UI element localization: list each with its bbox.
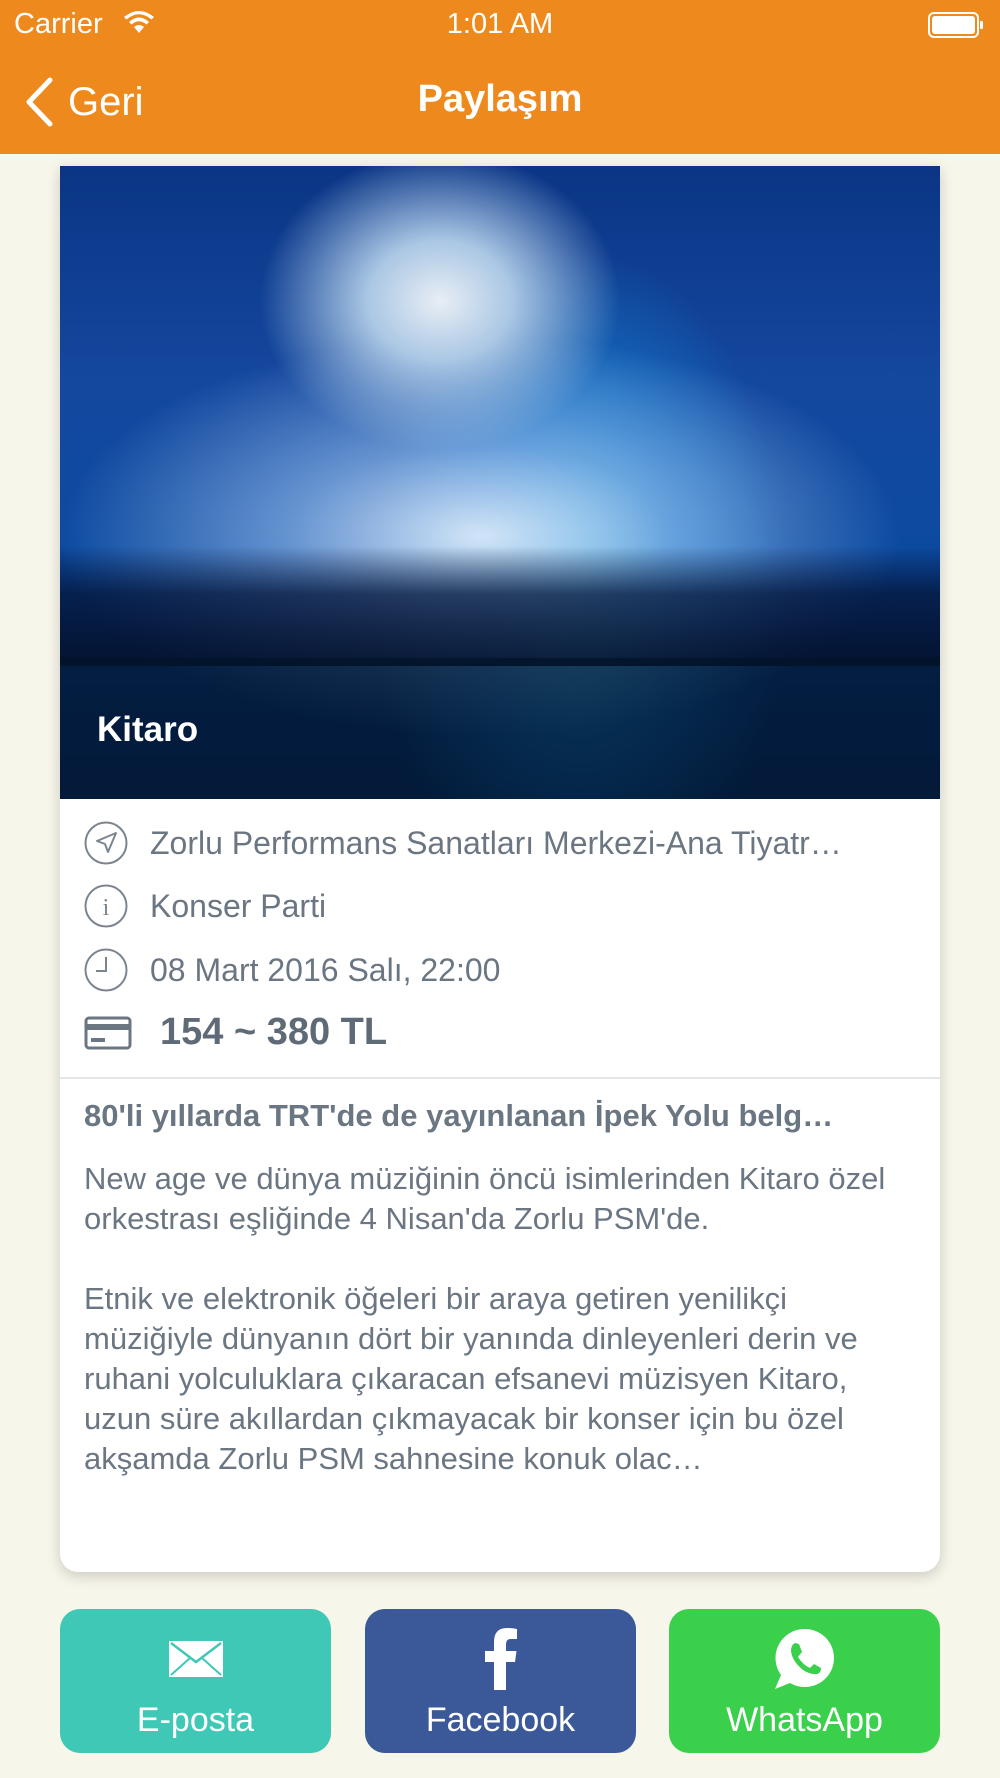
- image-stage-shading: [60, 546, 940, 666]
- venue-row: Zorlu Performans Sanatları Merkezi-Ana T…: [84, 821, 842, 865]
- envelope-icon: [168, 1641, 223, 1677]
- svg-text:i: i: [103, 895, 110, 921]
- datetime-row: 08 Mart 2016 Salı, 22:00: [84, 948, 501, 992]
- event-title: Kitaro: [97, 710, 199, 749]
- info-icon: i: [84, 884, 128, 928]
- event-description: New age ve dünya müziğinin öncü isimleri…: [84, 1159, 914, 1519]
- status-time: 1:01 AM: [446, 8, 554, 40]
- whatsapp-icon: [774, 1628, 834, 1689]
- share-whatsapp-button[interactable]: WhatsApp: [669, 1609, 940, 1753]
- divider: [60, 1077, 940, 1079]
- description-paragraph: Etnik ve elektronik öğeleri bir araya ge…: [84, 1281, 858, 1476]
- page-title: Paylaşım: [417, 78, 583, 120]
- share-facebook-button[interactable]: Facebook: [365, 1609, 636, 1753]
- datetime-text: 08 Mart 2016 Salı, 22:00: [150, 951, 501, 988]
- navigation-bar: Carrier 1:01 AM Geri Paylaşım: [0, 0, 1000, 154]
- event-headline: 80'li yıllarda TRT'de de yayınlanan İpek…: [84, 1098, 834, 1133]
- facebook-icon: [484, 1628, 517, 1690]
- battery-icon: [928, 12, 983, 38]
- share-email-button[interactable]: E-posta: [60, 1609, 331, 1753]
- category-text: Konser Parti: [150, 887, 327, 924]
- description-paragraph: New age ve dünya müziğinin öncü isimleri…: [84, 1161, 886, 1236]
- clock-icon: [84, 948, 128, 992]
- price-row: 154 ~ 380 TL: [84, 1011, 387, 1053]
- share-email-label: E-posta: [136, 1701, 255, 1739]
- venue-text: Zorlu Performans Sanatları Merkezi-Ana T…: [150, 824, 842, 861]
- credit-card-icon: [84, 1016, 132, 1050]
- category-row: i Konser Parti: [84, 884, 327, 928]
- share-facebook-label: Facebook: [425, 1701, 576, 1739]
- share-whatsapp-label: WhatsApp: [726, 1701, 883, 1739]
- event-card: Kitaro Zorlu Performans Sanatları Merkez…: [60, 166, 940, 1572]
- price-text: 154 ~ 380 TL: [160, 1010, 388, 1053]
- location-arrow-icon: [84, 821, 128, 865]
